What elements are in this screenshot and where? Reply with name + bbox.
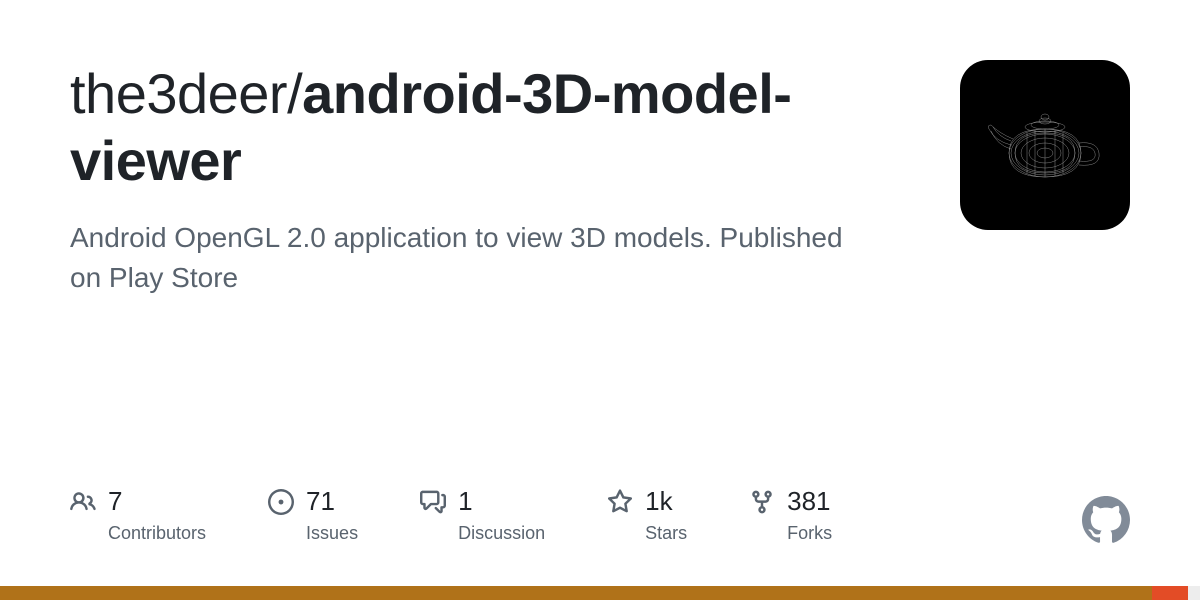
stat-contributors[interactable]: 7 Contributors: [70, 486, 206, 544]
repo-owner: the3deer: [70, 62, 287, 125]
stat-forks[interactable]: 381 Forks: [749, 486, 832, 544]
discussions-count: 1: [458, 486, 472, 517]
forks-label: Forks: [787, 523, 832, 544]
title-block: the3deer/android-3D-model-viewer Android…: [70, 60, 890, 297]
language-segment: [1188, 586, 1200, 600]
people-icon: [70, 489, 96, 515]
contributors-count: 7: [108, 486, 122, 517]
fork-icon: [749, 489, 775, 515]
issue-icon: [268, 489, 294, 515]
stat-issues[interactable]: 71 Issues: [268, 486, 358, 544]
issues-count: 71: [306, 486, 335, 517]
language-bar: [0, 586, 1200, 600]
issues-label: Issues: [306, 523, 358, 544]
forks-count: 381: [787, 486, 830, 517]
stat-discussions[interactable]: 1 Discussion: [420, 486, 545, 544]
teapot-icon: [975, 95, 1115, 195]
discussion-icon: [420, 489, 446, 515]
discussions-label: Discussion: [458, 523, 545, 544]
github-logo-icon[interactable]: [1082, 496, 1130, 544]
stars-label: Stars: [645, 523, 687, 544]
stars-count: 1k: [645, 486, 672, 517]
repo-title[interactable]: the3deer/android-3D-model-viewer: [70, 60, 890, 194]
language-segment: [1152, 586, 1188, 600]
star-icon: [607, 489, 633, 515]
language-segment: [0, 586, 1152, 600]
stats-list: 7 Contributors 71 Issues 1: [70, 486, 832, 544]
repo-description: Android OpenGL 2.0 application to view 3…: [70, 218, 850, 296]
contributors-label: Contributors: [108, 523, 206, 544]
repo-avatar[interactable]: [960, 60, 1130, 230]
stat-stars[interactable]: 1k Stars: [607, 486, 687, 544]
